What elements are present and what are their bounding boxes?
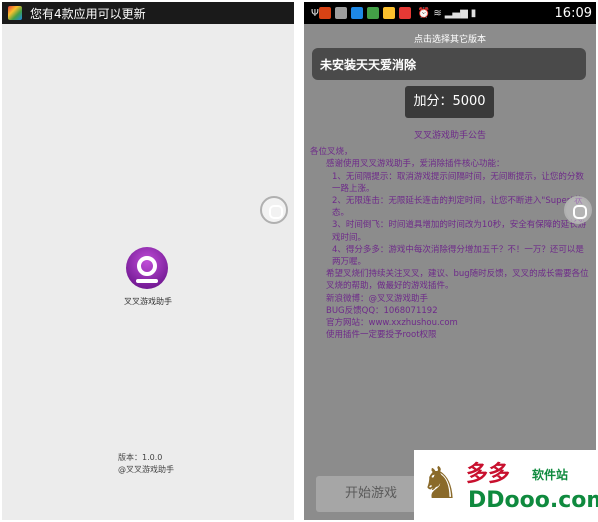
- battery-icon: ▮: [470, 7, 477, 19]
- notice-line: 2、无限连击：无限延长连击的判定时间，让您不断进入"Super"状态。: [332, 196, 583, 219]
- watermark-cn2: 软件站: [532, 468, 569, 482]
- notice-line: 希望叉烧们持续关注叉叉，建议、bug随时反馈，叉叉的成长需要各位叉烧的帮助，做最…: [326, 269, 589, 292]
- select-version-hint[interactable]: 点击选择其它版本: [304, 32, 596, 45]
- notification-app-icon: [334, 7, 347, 19]
- status-notification-text: 您有4款应用可以更新: [30, 6, 146, 21]
- notice-line: 各位叉烧，: [310, 147, 353, 158]
- notice-line: BUG反馈QQ：1068071192: [326, 305, 438, 316]
- status-bar: 您有4款应用可以更新: [2, 2, 294, 24]
- watermark-domain: DDooo.com: [468, 488, 598, 513]
- watermark: ♞ 多多 软件站 DDooo.com: [414, 450, 598, 522]
- notice-line: 官方网站：www.xxzhushou.com: [326, 318, 458, 329]
- copyright-label: @叉叉游戏助手: [118, 465, 174, 474]
- plugin-screen: Ψ ⏰ ≋ ▂▄▆ ▮ 16:09 点击选择其它版本 未安装天天爱消除 加分：5…: [304, 2, 596, 520]
- notice-line: 使用插件一定要授予root权限: [326, 330, 437, 341]
- notification-app-icon: [318, 7, 331, 19]
- app-name-label: 叉叉游戏助手: [124, 297, 172, 306]
- notification-app-icon: [350, 7, 363, 19]
- notification-app-icon: [382, 7, 395, 19]
- notice-line: 1、无间隔提示：取消游戏提示间隔时间，无间断提示，让您的分数一路上涨。: [332, 171, 584, 194]
- status-bar: Ψ ⏰ ≋ ▂▄▆ ▮ 16:09: [304, 2, 596, 24]
- floating-assist-icon[interactable]: [260, 196, 288, 224]
- game-status-bar[interactable]: 未安装天天爱消除: [312, 48, 586, 80]
- announcement: 叉叉游戏助手公告 各位叉烧， 感谢使用叉叉游戏助手，爱消除插件核心功能： 1、无…: [310, 130, 590, 341]
- alarm-icon: ⏰: [417, 7, 431, 19]
- notice-line: 3、时间倒飞：时间道具增加的时间改为10秒，安全有保障的延长游戏时间。: [332, 220, 587, 243]
- notice-line: 新浪微博：@叉叉游戏助手: [326, 293, 429, 304]
- notification-app-icon: [366, 7, 379, 19]
- signal-icon: ▂▄▆: [444, 7, 468, 19]
- clock: 16:09: [554, 5, 592, 21]
- app-update-icon: [8, 6, 22, 20]
- announcement-title: 叉叉游戏助手公告: [413, 131, 486, 141]
- add-score-button[interactable]: 加分：5000: [405, 86, 494, 118]
- watermark-cn: 多多: [466, 462, 511, 487]
- launch-screen: 您有4款应用可以更新 叉叉游戏助手 版本：1.0.0 @叉叉游戏助手: [2, 2, 294, 520]
- notice-line: 感谢使用叉叉游戏助手，爱消除插件核心功能：: [326, 159, 505, 170]
- start-game-button[interactable]: 开始游戏: [316, 476, 426, 512]
- notification-app-icon: [398, 7, 411, 19]
- app-logo-icon: [126, 247, 168, 289]
- notice-line: 4、得分多多：游戏中每次消除得分增加五千？不！一万？还可以是两万喔。: [332, 244, 584, 268]
- usb-icon: Ψ: [311, 7, 319, 19]
- horse-logo-icon: ♞: [420, 458, 460, 509]
- version-label: 版本：1.0.0: [118, 453, 163, 462]
- wifi-icon: ≋: [433, 7, 442, 19]
- floating-assist-icon[interactable]: [564, 196, 592, 224]
